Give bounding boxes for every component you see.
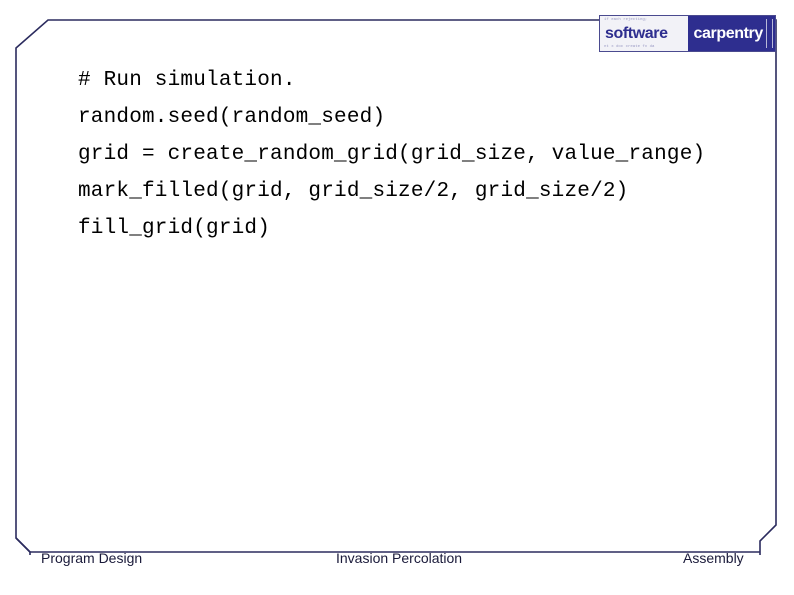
logo-micro-text-top: if each rejecting; [604,18,648,22]
code-block: # Run simulation. random.seed(random_see… [78,62,778,252]
slide-footer: Program Design Invasion Percolation Asse… [0,550,794,574]
code-line-seed: random.seed(random_seed) [78,106,386,129]
code-line-comment: # Run simulation. [78,69,296,92]
software-carpentry-logo: if each rejecting; nt x doc create fx da… [599,15,776,52]
code-line-fill-grid: fill_grid(grid) [78,217,271,240]
logo-word-software: software [605,24,668,42]
slide-canvas: if each rejecting; nt x doc create fx da… [0,0,794,595]
code-line-mark-filled: mark_filled(grid, grid_size/2, grid_size… [78,180,629,203]
code-line-create-grid: grid = create_random_grid(grid_size, val… [78,143,706,166]
footer-right-label: Assembly [683,550,744,566]
logo-word-carpentry: carpentry [693,24,764,42]
logo-tick-mark [766,19,773,48]
footer-left-label: Program Design [41,550,143,566]
footer-center-label: Invasion Percolation [336,550,463,566]
logo-micro-text-bottom: nt x doc create fx da [604,45,655,49]
